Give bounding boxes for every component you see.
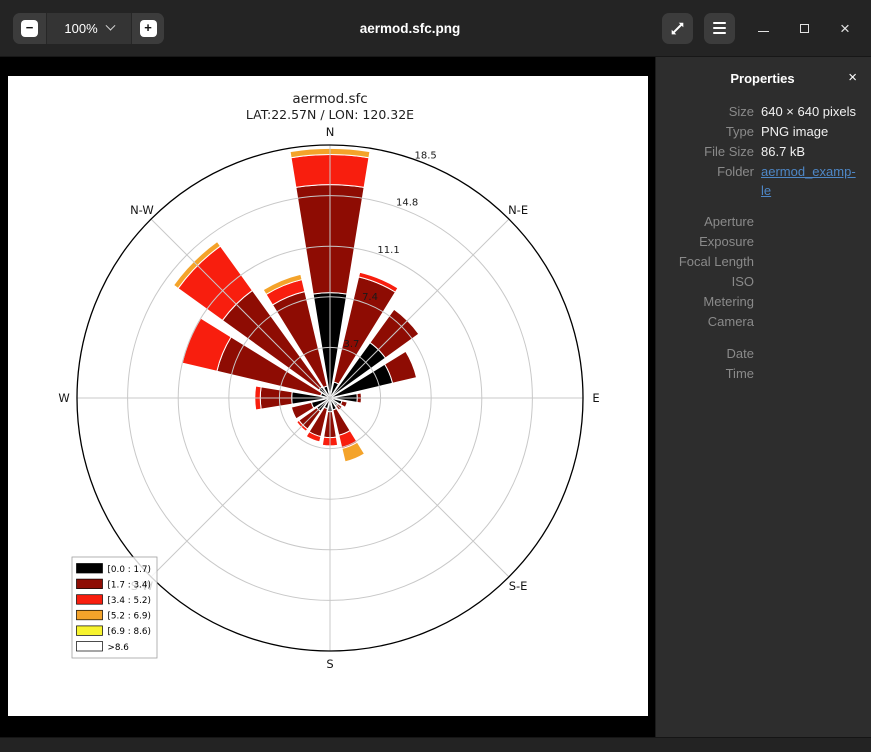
fullscreen-icon — [670, 21, 685, 36]
minimize-icon — [758, 31, 769, 33]
property-row-type: Type PNG image — [666, 122, 859, 142]
svg-text:[6.9 : 8.6): [6.9 : 8.6) — [108, 627, 151, 637]
headerbar-right-controls: × — [662, 13, 858, 44]
property-row-iso: ISO — [666, 272, 859, 292]
svg-text:11.1: 11.1 — [377, 245, 399, 256]
property-label: Focal Length — [666, 252, 754, 272]
folder-link-line: aermod_examp- — [761, 162, 859, 181]
svg-text:S-E: S-E — [509, 579, 528, 593]
property-row-size: Size 640 × 640 pixels — [666, 102, 859, 122]
zoom-out-button[interactable]: − — [13, 13, 46, 44]
property-label: Camera — [666, 312, 754, 332]
property-row-metering: Metering — [666, 292, 859, 312]
property-value: PNG image — [761, 122, 859, 142]
main-content: 3.77.411.114.818.5NN-EES-ESS-WWN-W[0.0 :… — [0, 57, 871, 737]
svg-text:W: W — [58, 391, 69, 405]
svg-text:N: N — [326, 125, 335, 139]
svg-text:LAT:22.57N / LON: 120.32E: LAT:22.57N / LON: 120.32E — [246, 107, 414, 122]
close-button[interactable]: × — [832, 15, 858, 41]
svg-text:3.7: 3.7 — [344, 339, 360, 350]
menu-button[interactable] — [704, 13, 735, 44]
minimize-button[interactable] — [750, 15, 776, 41]
svg-text:S: S — [326, 657, 333, 671]
property-label: Date — [666, 344, 754, 364]
chart-legend: [0.0 : 1.7) [1.7 : 3.4) [3.4 : 5.2) [5.2 : … — [72, 557, 157, 658]
chevron-down-icon — [105, 20, 115, 30]
svg-text:14.8: 14.8 — [396, 198, 418, 209]
property-row-filesize: File Size 86.7 kB — [666, 142, 859, 162]
property-label: Metering — [666, 292, 754, 312]
svg-text:E: E — [592, 391, 599, 405]
property-label: Size — [666, 102, 754, 122]
property-label: Aperture — [666, 212, 754, 232]
property-row-folder: Folder aermod_examp- le — [666, 162, 859, 200]
panel-close-button[interactable]: × — [848, 69, 857, 86]
folder-link-line: le — [761, 181, 859, 200]
zoom-out-icon: − — [21, 20, 38, 37]
property-label: ISO — [666, 272, 754, 292]
property-value: 86.7 kB — [761, 142, 859, 162]
svg-text:[0.0 : 1.7): [0.0 : 1.7) — [108, 565, 151, 575]
svg-text:18.5: 18.5 — [415, 151, 437, 162]
panel-title: Properties — [730, 71, 794, 86]
svg-text:7.4: 7.4 — [362, 292, 378, 303]
svg-text:>8.6: >8.6 — [108, 643, 130, 653]
property-row-date: Date — [666, 344, 859, 364]
zoom-level-dropdown[interactable]: 100% — [46, 13, 131, 44]
fullscreen-button[interactable] — [662, 13, 693, 44]
svg-text:aermod.sfc: aermod.sfc — [292, 91, 367, 107]
property-label: Folder — [666, 162, 754, 200]
zoom-controls: − 100% + — [13, 13, 164, 44]
property-label: Type — [666, 122, 754, 142]
maximize-button[interactable] — [791, 15, 817, 41]
zoom-level-value: 100% — [64, 21, 97, 36]
headerbar: − 100% + aermod.sfc.png — [0, 0, 871, 57]
svg-text:N-E: N-E — [508, 203, 528, 217]
zoom-in-icon: + — [140, 20, 157, 37]
window-title: aermod.sfc.png — [164, 21, 662, 36]
property-row-exposure: Exposure — [666, 232, 859, 252]
property-value: 640 × 640 pixels — [761, 102, 859, 122]
image-canvas[interactable]: 3.77.411.114.818.5NN-EES-ESS-WWN-W[0.0 :… — [0, 57, 655, 737]
property-row-time: Time — [666, 364, 859, 384]
image-viewer-window: − 100% + aermod.sfc.png — [0, 0, 871, 752]
svg-text:N-W: N-W — [130, 203, 154, 217]
hamburger-menu-icon — [713, 22, 726, 34]
property-label: Exposure — [666, 232, 754, 252]
property-row-camera: Camera — [666, 312, 859, 332]
maximize-icon — [800, 24, 809, 33]
folder-link[interactable]: aermod_examp- le — [761, 162, 859, 200]
zoom-in-button[interactable]: + — [131, 13, 164, 44]
property-row-aperture: Aperture — [666, 212, 859, 232]
close-icon: × — [840, 20, 850, 37]
properties-panel: Properties × Size 640 × 640 pixels Type … — [655, 57, 871, 737]
window-bottom-edge — [0, 737, 871, 752]
property-label: Time — [666, 364, 754, 384]
property-row-focal-length: Focal Length — [666, 252, 859, 272]
windrose-chart-image: 3.77.411.114.818.5NN-EES-ESS-WWN-W[0.0 :… — [8, 76, 648, 716]
svg-text:[5.2 : 6.9): [5.2 : 6.9) — [108, 612, 151, 622]
property-label: File Size — [666, 142, 754, 162]
svg-text:[1.7 : 3.4): [1.7 : 3.4) — [108, 580, 151, 590]
svg-text:[3.4 : 5.2): [3.4 : 5.2) — [108, 596, 151, 606]
